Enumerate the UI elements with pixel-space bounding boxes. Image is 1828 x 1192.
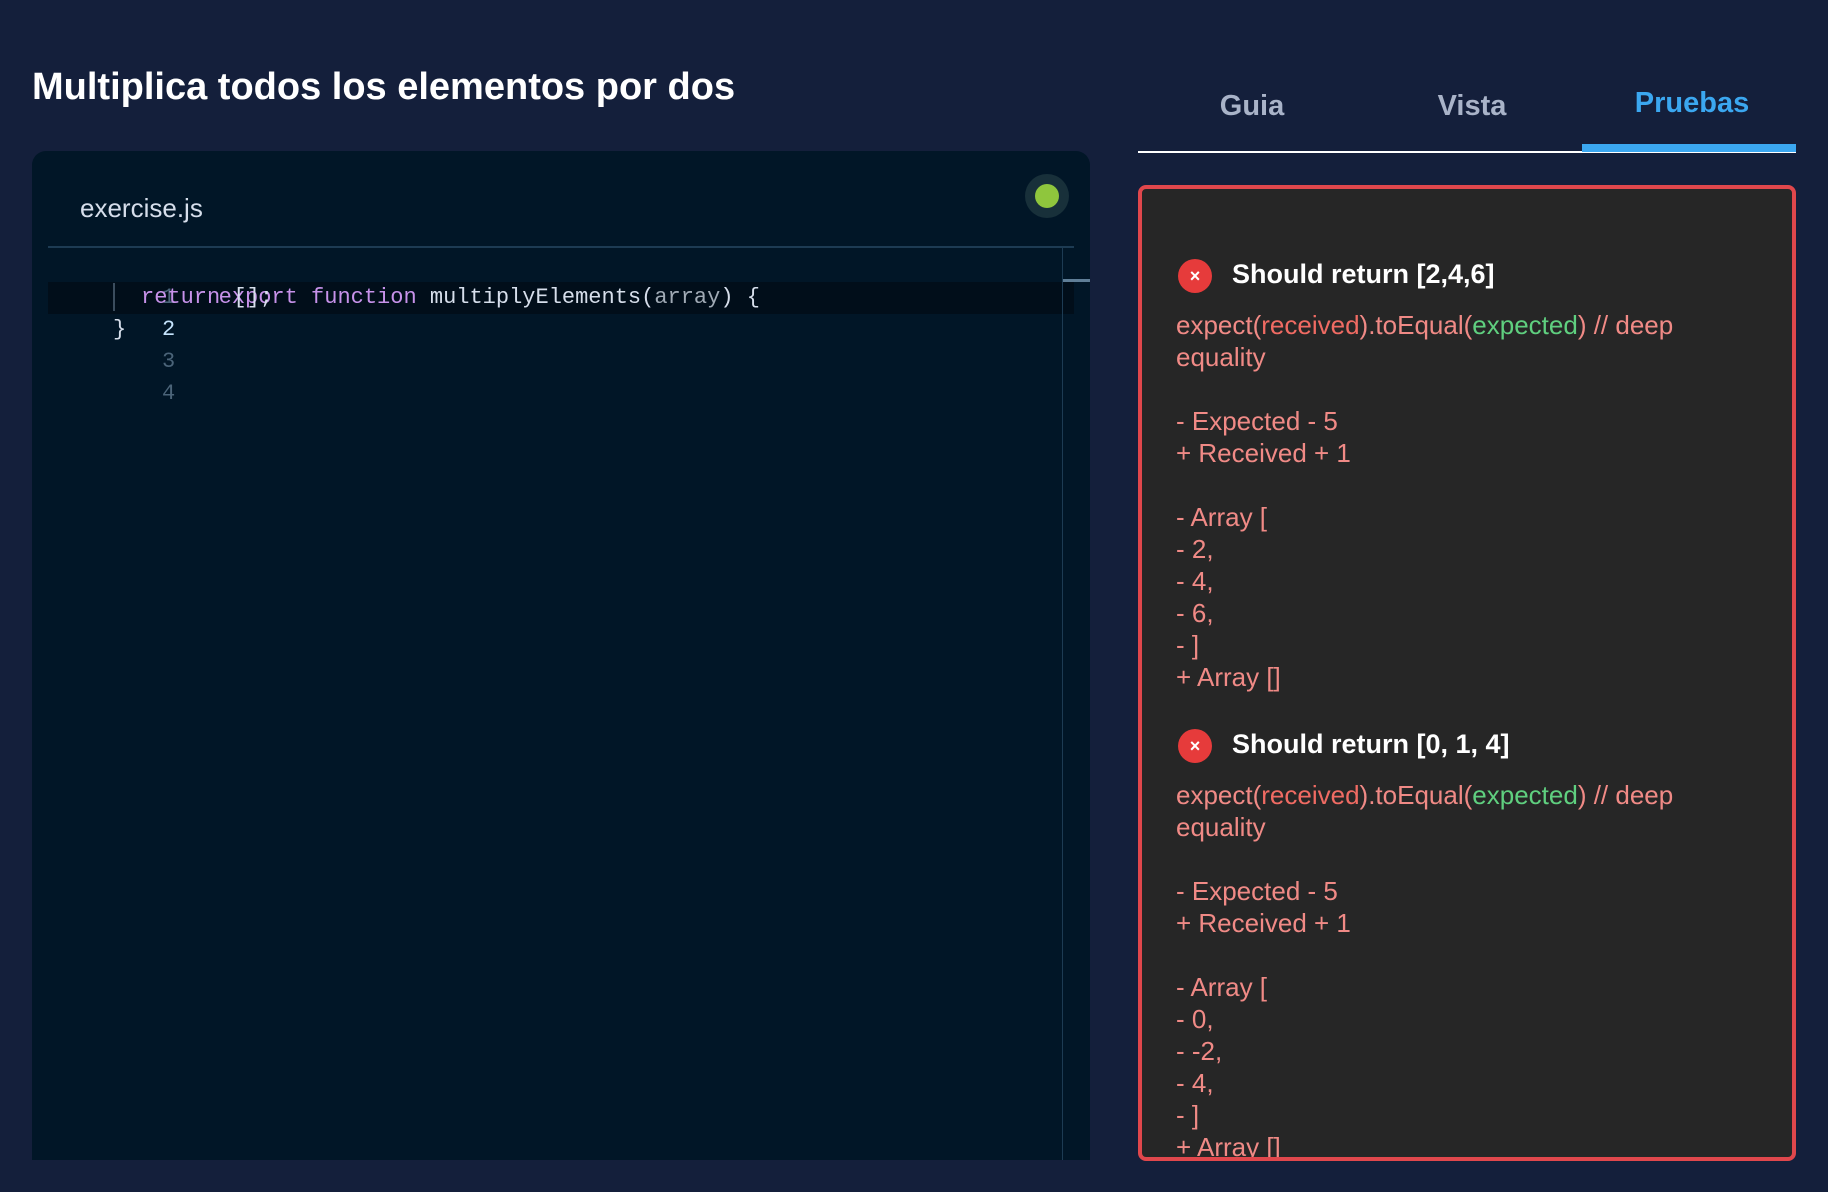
test-result: × Should return [2,4,6] expect(received)… xyxy=(1176,251,1766,693)
assertion-line: equality xyxy=(1176,342,1266,372)
code-line[interactable]: 4 xyxy=(48,346,1048,406)
code-line[interactable]: 2 return []; xyxy=(48,282,1048,342)
diff-header: + Received + 1 xyxy=(1176,438,1351,468)
diff-header: + Received + 1 xyxy=(1176,908,1351,938)
assertion-line: expect(received).toEqual(expected) // de… xyxy=(1176,779,1766,811)
code-token: []; xyxy=(233,285,274,310)
active-tab-indicator xyxy=(1582,144,1796,152)
assertion-line: equality xyxy=(1176,812,1266,842)
status-dot-icon xyxy=(1035,184,1059,208)
tab-guia[interactable]: Guia xyxy=(1142,90,1362,123)
assert-text: expect( xyxy=(1176,780,1262,810)
code-area[interactable]: 1 export function multiplyElements(array… xyxy=(48,248,1074,1160)
diff-line: - 4, xyxy=(1176,1068,1214,1098)
code-token: } xyxy=(113,317,127,342)
indent-guide xyxy=(113,283,115,312)
diff-line: - ] xyxy=(1176,1100,1200,1130)
test-result: × Should return [0, 1, 4] expect(receive… xyxy=(1176,721,1766,1161)
assertion-line: expect(received).toEqual(expected) // de… xyxy=(1176,309,1766,341)
fail-icon: × xyxy=(1178,259,1212,293)
status-indicator xyxy=(1025,174,1069,218)
assert-text: ).toEqual( xyxy=(1359,310,1473,340)
code-token: return xyxy=(141,285,221,310)
fail-icon: × xyxy=(1178,729,1212,763)
diff-header: - Expected - 5 xyxy=(1176,406,1338,436)
test-title: Should return [0, 1, 4] xyxy=(1232,729,1510,759)
diff-line: - 4, xyxy=(1176,566,1214,596)
assert-text: ).toEqual( xyxy=(1359,780,1473,810)
assert-text: expect( xyxy=(1176,310,1262,340)
assert-expected: expected xyxy=(1472,310,1578,340)
code-line[interactable]: 3 } xyxy=(48,314,1048,374)
diff-line: - 6, xyxy=(1176,598,1214,628)
page-title: Multiplica todos los elementos por dos xyxy=(32,66,736,108)
file-tab[interactable]: exercise.js xyxy=(80,193,203,224)
assert-text: ) // deep xyxy=(1577,780,1674,810)
minimap-divider xyxy=(1062,248,1063,1160)
tab-bar: Guia Vista Pruebas xyxy=(1138,70,1796,154)
assert-received: received xyxy=(1261,780,1360,810)
diff-line: - Array [ xyxy=(1176,972,1268,1002)
code-line[interactable]: 1 export function multiplyElements(array… xyxy=(48,250,1048,310)
test-title: Should return [2,4,6] xyxy=(1232,259,1495,289)
diff-line: - 2, xyxy=(1176,534,1214,564)
diff-line: - 0, xyxy=(1176,1004,1214,1034)
tab-pruebas[interactable]: Pruebas xyxy=(1582,87,1802,120)
code-editor[interactable]: exercise.js 1 export function multiplyEl… xyxy=(32,151,1090,1160)
assert-text: ) // deep xyxy=(1577,310,1674,340)
test-results-panel[interactable]: × Should return [2,4,6] expect(received)… xyxy=(1138,185,1796,1161)
minimap-thumb[interactable] xyxy=(1063,279,1090,282)
diff-line: + Array [] xyxy=(1176,1132,1281,1161)
assert-received: received xyxy=(1261,310,1360,340)
tab-vista[interactable]: Vista xyxy=(1362,90,1582,123)
diff-line: - Array [ xyxy=(1176,502,1268,532)
diff-line: - ] xyxy=(1176,630,1200,660)
assert-expected: expected xyxy=(1472,780,1578,810)
diff-line: - -2, xyxy=(1176,1036,1223,1066)
diff-line: + Array [] xyxy=(1176,662,1281,692)
line-number: 4 xyxy=(162,381,176,406)
diff-header: - Expected - 5 xyxy=(1176,876,1338,906)
